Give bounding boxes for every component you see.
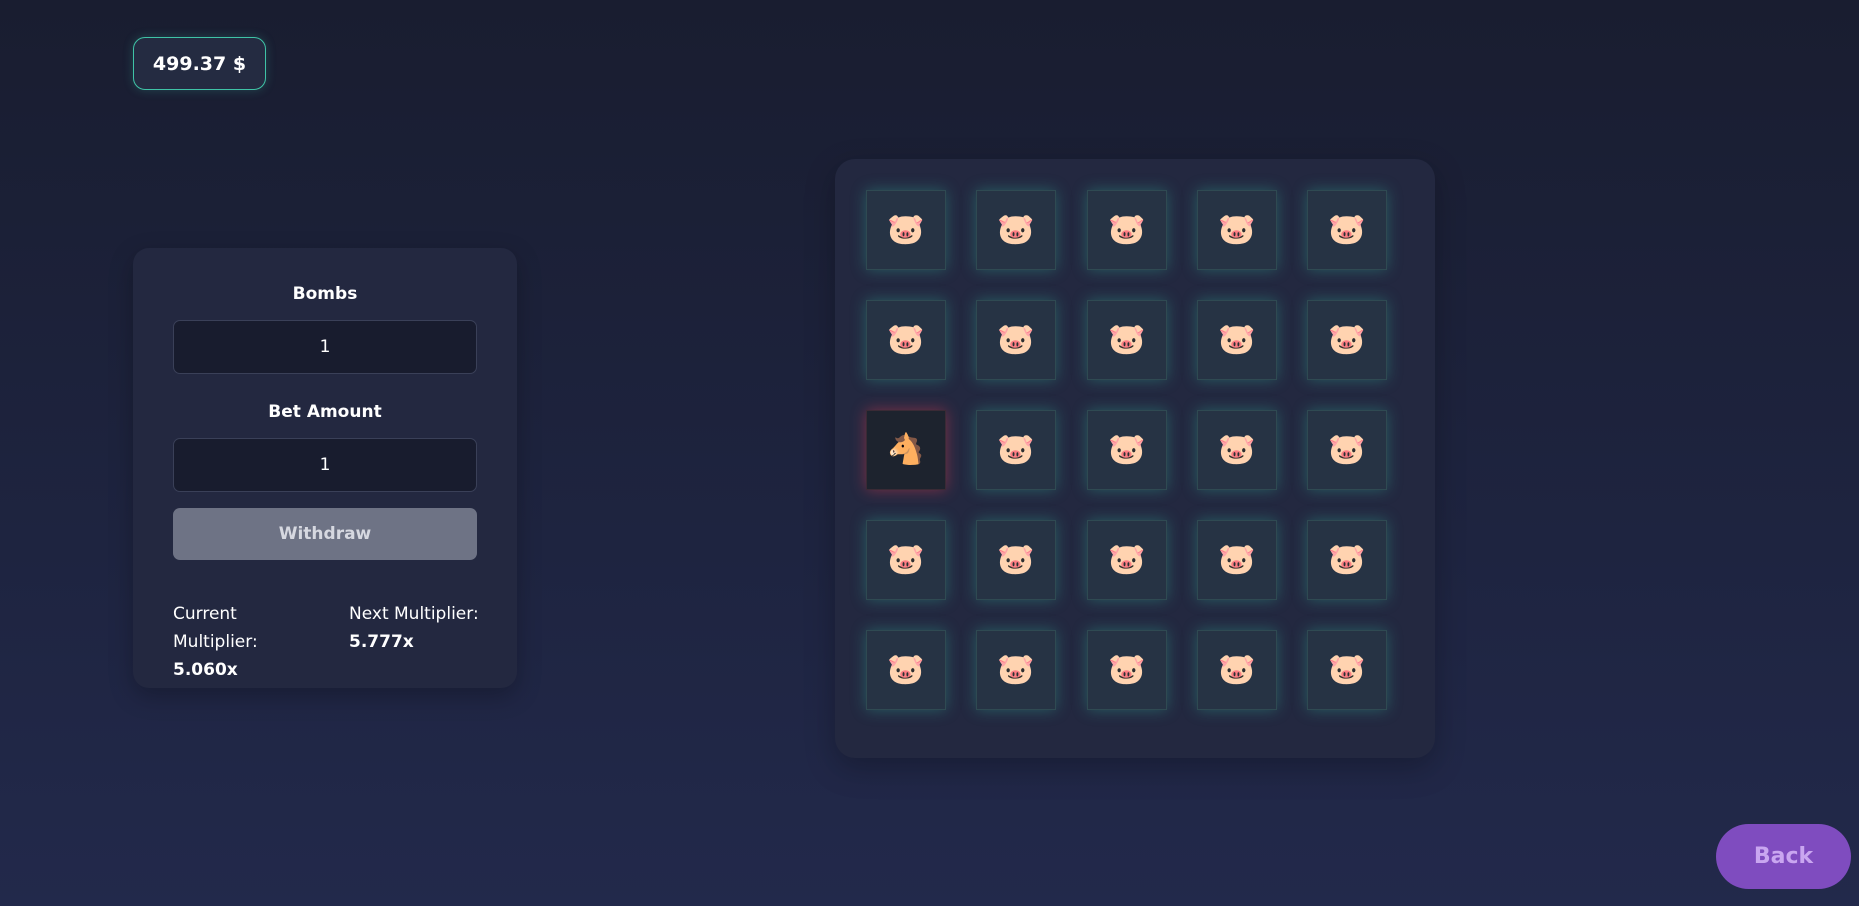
board-tile[interactable]: 🐷 — [1087, 190, 1167, 270]
pig-face-icon: 🐷 — [997, 542, 1035, 577]
current-multiplier: Current Multiplier: 5.060x — [173, 600, 323, 684]
board-tile[interactable]: 🐷 — [1087, 520, 1167, 600]
board-tile[interactable]: 🐷 — [1197, 410, 1277, 490]
game-board: 🐷 🐷 🐷 🐷 🐷 🐷 🐷 🐷 🐷 🐷 🐴 🐷 🐷 🐷 🐷 🐷 🐷 🐷 🐷 🐷 🐷 🐷 🐷 🐷 🐷 — [835, 159, 1435, 758]
pig-face-icon: 🐷 — [1218, 432, 1256, 467]
board-tile[interactable]: 🐷 — [866, 630, 946, 710]
board-tile[interactable]: 🐷 — [1307, 410, 1387, 490]
board-tile[interactable]: 🐷 — [976, 520, 1056, 600]
pig-face-icon: 🐷 — [997, 212, 1035, 247]
balance-display: 499.37 $ — [133, 37, 266, 90]
next-multiplier-label: Next Multiplier: — [349, 604, 479, 624]
board-tile[interactable]: 🐷 — [1197, 520, 1277, 600]
board-tile[interactable]: 🐷 — [1307, 300, 1387, 380]
pig-face-icon: 🐷 — [887, 322, 925, 357]
board-tile[interactable]: 🐷 — [976, 190, 1056, 270]
board-tile[interactable]: 🐷 — [1087, 410, 1167, 490]
pig-face-icon: 🐷 — [887, 212, 925, 247]
next-multiplier-value: 5.777x — [349, 632, 414, 652]
pig-face-icon: 🐷 — [1328, 212, 1366, 247]
board-tile[interactable]: 🐷 — [1307, 190, 1387, 270]
withdraw-button[interactable]: Withdraw — [173, 508, 477, 560]
board-tile[interactable]: 🐷 — [976, 630, 1056, 710]
board-tile[interactable]: 🐷 — [1197, 630, 1277, 710]
pig-face-icon: 🐷 — [1108, 322, 1146, 357]
board-tile[interactable]: 🐷 — [866, 300, 946, 380]
pig-face-icon: 🐷 — [1328, 542, 1366, 577]
next-multiplier: Next Multiplier: 5.777x — [349, 600, 489, 656]
board-tile[interactable]: 🐷 — [1087, 300, 1167, 380]
pig-face-icon: 🐷 — [997, 322, 1035, 357]
current-multiplier-value: 5.060x — [173, 660, 238, 680]
horse-head-icon: 🐴 — [887, 432, 925, 467]
board-tile[interactable]: 🐷 — [976, 410, 1056, 490]
pig-face-icon: 🐷 — [1108, 212, 1146, 247]
pig-face-icon: 🐷 — [1328, 432, 1366, 467]
bet-amount-input[interactable] — [173, 438, 477, 492]
board-tile[interactable]: 🐷 — [1307, 520, 1387, 600]
pig-face-icon: 🐷 — [1108, 432, 1146, 467]
bet-amount-label: Bet Amount — [268, 402, 382, 422]
board-tile[interactable]: 🐴 — [866, 410, 946, 490]
pig-face-icon: 🐷 — [1218, 212, 1256, 247]
pig-face-icon: 🐷 — [1108, 652, 1146, 687]
board-tile[interactable]: 🐷 — [1197, 300, 1277, 380]
pig-face-icon: 🐷 — [1218, 542, 1256, 577]
pig-face-icon: 🐷 — [887, 542, 925, 577]
pig-face-icon: 🐷 — [887, 652, 925, 687]
pig-face-icon: 🐷 — [1218, 322, 1256, 357]
bombs-label: Bombs — [292, 284, 358, 304]
board-tile[interactable]: 🐷 — [1197, 190, 1277, 270]
board-tile[interactable]: 🐷 — [866, 190, 946, 270]
board-tile[interactable]: 🐷 — [866, 520, 946, 600]
bet-control-panel: Bombs Bet Amount Withdraw Current Multip… — [133, 248, 517, 688]
pig-face-icon: 🐷 — [1328, 652, 1366, 687]
bombs-input[interactable] — [173, 320, 477, 374]
pig-face-icon: 🐷 — [1218, 652, 1256, 687]
pig-face-icon: 🐷 — [997, 432, 1035, 467]
pig-face-icon: 🐷 — [1108, 542, 1146, 577]
board-tile[interactable]: 🐷 — [1087, 630, 1167, 710]
current-multiplier-label: Current Multiplier: — [173, 604, 258, 652]
board-tile[interactable]: 🐷 — [1307, 630, 1387, 710]
pig-face-icon: 🐷 — [997, 652, 1035, 687]
board-tile[interactable]: 🐷 — [976, 300, 1056, 380]
pig-face-icon: 🐷 — [1328, 322, 1366, 357]
back-button[interactable]: Back — [1716, 824, 1851, 889]
